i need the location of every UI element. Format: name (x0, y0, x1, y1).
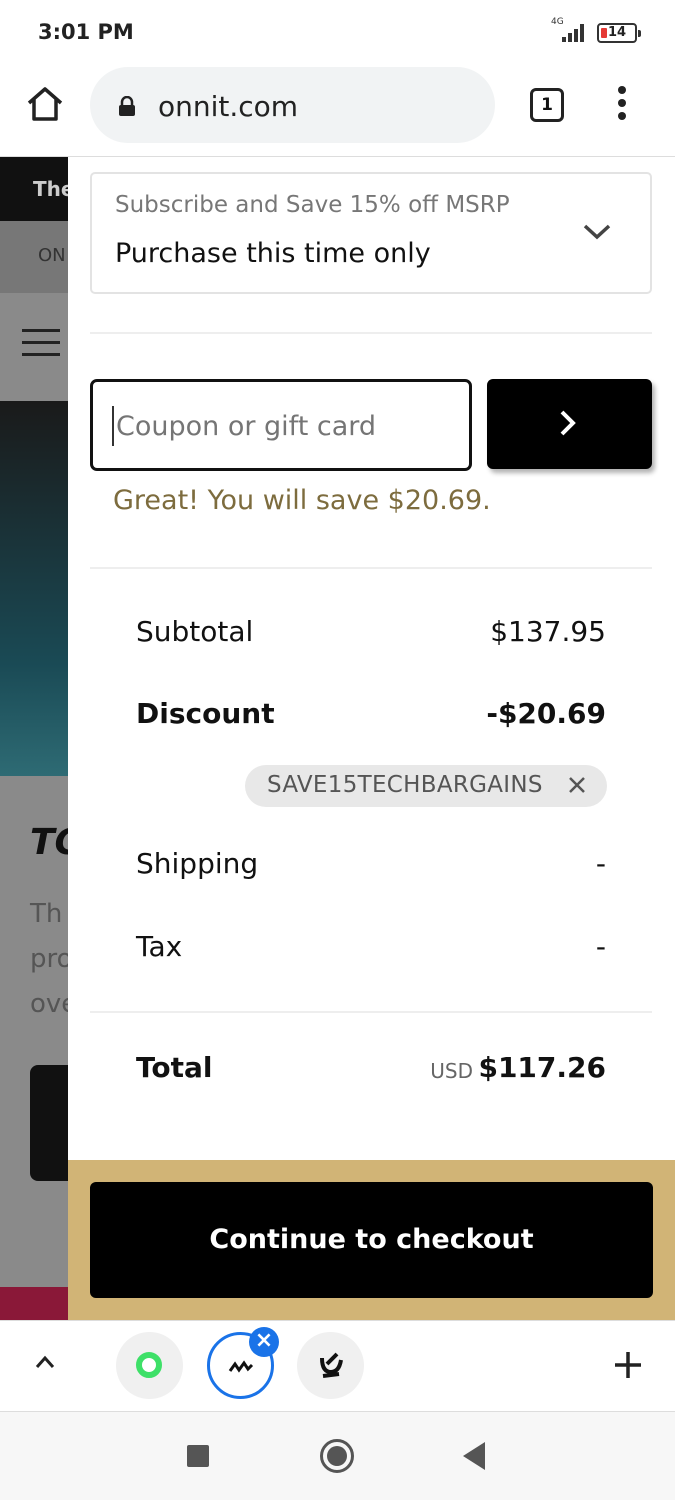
discount-row: Discount -$20.69 (136, 697, 606, 737)
tab-switcher-button[interactable]: 1 (530, 88, 564, 122)
more-menu-icon[interactable] (612, 86, 632, 124)
shipping-label: Shipping (136, 847, 259, 880)
status-bar: 3:01 PM 4G 14 (0, 0, 675, 62)
subscribe-label: Subscribe and Save 15% off MSRP (115, 192, 510, 218)
discount-value: -$20.69 (486, 697, 606, 730)
checkout-footer: Continue to checkout (68, 1160, 675, 1320)
tab-group-app-active[interactable]: × (207, 1327, 279, 1399)
chevron-up-icon[interactable] (35, 1355, 55, 1369)
coupon-code: SAVE15TECHBARGAINS (267, 772, 543, 798)
divider (90, 567, 652, 569)
add-tab-icon[interactable] (612, 1349, 644, 1381)
status-time: 3:01 PM (38, 20, 134, 44)
lock-icon (119, 96, 135, 116)
promo-banner: The (0, 157, 74, 221)
battery-level: 14 (607, 25, 627, 40)
app-logo-icon (320, 1352, 343, 1378)
coupon-input[interactable] (112, 406, 452, 446)
system-nav-bar (0, 1412, 675, 1500)
shipping-row: Shipping - (136, 847, 606, 887)
nav-strip: ON (0, 221, 68, 293)
tab-group-app-green[interactable] (116, 1332, 183, 1399)
wave-icon (228, 1360, 254, 1373)
background-button (30, 1065, 68, 1181)
hamburger-icon (22, 329, 60, 365)
subtotal-label: Subtotal (136, 615, 254, 648)
coupon-field[interactable] (90, 379, 472, 471)
home-icon[interactable] (25, 84, 65, 124)
tab-groups-bar: × (0, 1320, 675, 1412)
total-value: $117.26 (478, 1051, 606, 1084)
tab-group-app-logo[interactable] (297, 1332, 364, 1399)
remove-coupon-icon[interactable] (568, 776, 586, 794)
tax-row: Tax - (136, 930, 606, 970)
savings-message: Great! You will save $20.69. (113, 485, 491, 516)
chevron-down-icon (583, 224, 611, 240)
discount-label: Discount (136, 697, 275, 730)
purchase-option-select[interactable]: Subscribe and Save 15% off MSRP Purchase… (90, 172, 652, 294)
recents-icon[interactable] (187, 1445, 209, 1467)
browser-toolbar: onnit.com 1 (0, 62, 675, 157)
divider (90, 1011, 652, 1013)
home-nav-icon[interactable] (320, 1439, 354, 1473)
divider (90, 332, 652, 334)
address-bar[interactable]: onnit.com (90, 67, 495, 143)
total-label: Total (136, 1051, 213, 1084)
apply-coupon-button[interactable] (487, 379, 652, 469)
battery-icon: 14 (597, 23, 641, 43)
ring-icon (136, 1352, 162, 1378)
coupon-chip: SAVE15TECHBARGAINS (245, 765, 607, 807)
currency-label: USD (430, 1059, 473, 1083)
chevron-right-icon (560, 410, 576, 436)
back-icon[interactable] (463, 1442, 485, 1470)
tax-value: - (595, 930, 606, 963)
url-text: onnit.com (158, 90, 299, 123)
shipping-value: - (595, 847, 606, 880)
subtotal-row: Subtotal $137.95 (136, 615, 606, 655)
checkout-button[interactable]: Continue to checkout (90, 1182, 653, 1298)
subtotal-value: $137.95 (490, 615, 606, 648)
background-strip (0, 1287, 68, 1320)
tax-label: Tax (136, 930, 183, 963)
hero-image (0, 401, 68, 776)
purchase-option-value: Purchase this time only (115, 238, 431, 269)
total-row: Total USD $117.26 (136, 1051, 606, 1091)
signal-icon (562, 22, 588, 42)
cart-drawer: Subscribe and Save 15% off MSRP Purchase… (68, 157, 675, 1320)
close-tab-icon[interactable]: × (249, 1327, 279, 1357)
